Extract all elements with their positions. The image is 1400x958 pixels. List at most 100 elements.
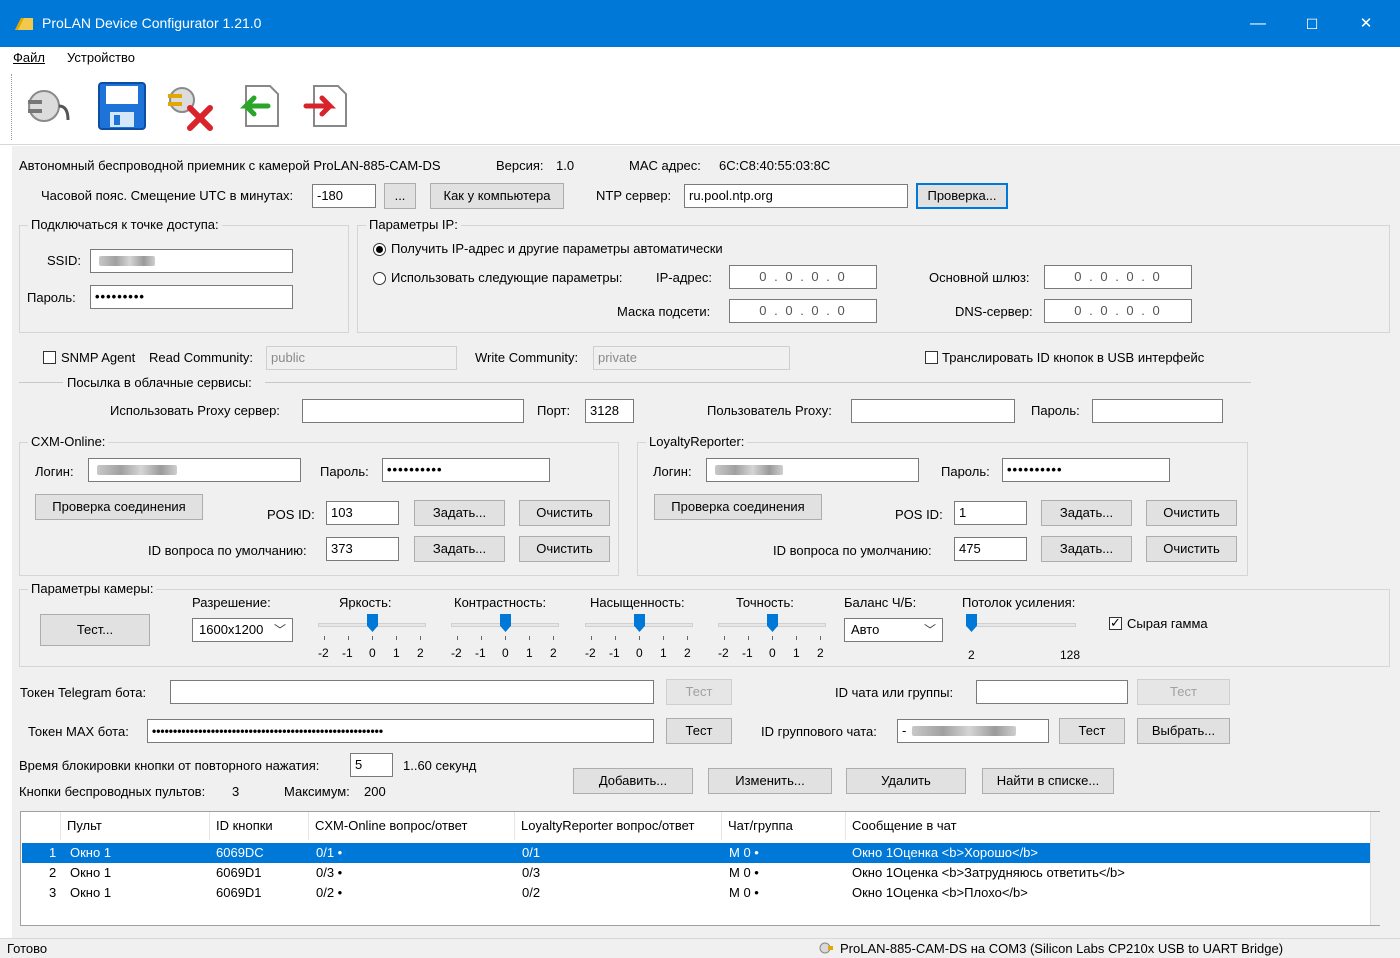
app-icon (15, 18, 33, 30)
ip-address-input[interactable]: 0 . 0 . 0 . 0 (729, 265, 877, 289)
block-time-input[interactable]: 5 (350, 753, 393, 777)
camera-test-button[interactable]: Тест... (40, 614, 150, 646)
brightness-slider-tick-label: 0 (369, 646, 376, 660)
loyalty-login-input[interactable] (706, 458, 919, 482)
edit-button[interactable]: Изменить... (708, 768, 832, 794)
timezone-label: Часовой пояс. Смещение UTC в минутах: (41, 188, 294, 203)
gateway-input[interactable]: 0 . 0 . 0 . 0 (1044, 265, 1192, 289)
loyalty-pos-clear-button[interactable]: Очистить (1146, 500, 1237, 526)
wifi-password-input[interactable]: ••••••••• (90, 285, 293, 309)
port-input[interactable]: 3128 (585, 399, 634, 423)
bw-balance-select[interactable]: Авто ﹀ (844, 618, 943, 642)
table-header-message[interactable]: Сообщение в чат (846, 812, 1370, 840)
row-chat: M 0 • (729, 885, 759, 900)
disconnect-icon[interactable] (164, 80, 216, 132)
table-row[interactable]: 1 Окно 1 6069DC 0/1 • 0/1 M 0 • Окно 1Оц… (22, 843, 1370, 863)
row-chat: M 0 • (729, 865, 759, 880)
minimize-button[interactable]: — (1238, 10, 1278, 38)
cxm-question-input[interactable]: 373 (326, 537, 399, 561)
ip-group-title: Параметры IP: (366, 217, 461, 233)
loyalty-pos-set-button[interactable]: Задать... (1041, 500, 1132, 526)
export-icon[interactable] (300, 80, 352, 132)
proxy-password-input[interactable] (1092, 399, 1223, 423)
import-icon[interactable] (232, 80, 284, 132)
max-group-input[interactable]: - (897, 719, 1049, 743)
ntp-check-button[interactable]: Проверка... (916, 183, 1008, 209)
write-community-input[interactable]: private (593, 346, 790, 370)
table-header-remote[interactable]: Пульт (61, 812, 210, 840)
ssid-input[interactable] (90, 249, 293, 273)
gain-slider-track[interactable] (966, 623, 1076, 627)
cxm-question-clear-button[interactable]: Очистить (519, 536, 610, 562)
loyalty-question-clear-button[interactable]: Очистить (1146, 536, 1237, 562)
contrast-label: Контрастность: (454, 595, 547, 610)
port-label: Порт: (537, 403, 571, 418)
snmp-agent-checkbox[interactable] (43, 351, 56, 364)
max-token-input[interactable]: ••••••••••••••••••••••••••••••••••••••••… (147, 719, 654, 743)
timezone-browse-button[interactable]: ... (384, 183, 416, 209)
save-icon[interactable] (96, 80, 148, 132)
usb-ids-checkbox[interactable] (925, 351, 938, 364)
timezone-input[interactable]: -180 (312, 184, 376, 208)
loyalty-check-connection-button[interactable]: Проверка соединения (654, 494, 822, 520)
ip-auto-radio[interactable] (373, 243, 386, 256)
loyalty-question-set-button[interactable]: Задать... (1041, 536, 1132, 562)
menu-device[interactable]: Устройство (67, 50, 135, 65)
wifi-password-label: Пароль: (27, 290, 76, 305)
table-header-button-id[interactable]: ID кнопки (210, 812, 309, 840)
telegram-test-button[interactable]: Тест (666, 679, 732, 705)
add-button[interactable]: Добавить... (573, 768, 693, 794)
row-message: Окно 1Оценка <b>Затрудняюсь ответить</b> (852, 865, 1125, 880)
dns-input[interactable]: 0 . 0 . 0 . 0 (1044, 299, 1192, 323)
version-label: Версия: (496, 158, 544, 173)
loyalty-password-input[interactable]: •••••••••• (1002, 458, 1170, 482)
saturation-slider-tick (639, 636, 640, 640)
loyalty-login-redacted (715, 465, 783, 475)
telegram-chat-test-button[interactable]: Тест (1137, 679, 1230, 705)
telegram-chat-input[interactable] (976, 680, 1128, 704)
cxm-pos-set-button[interactable]: Задать... (414, 500, 505, 526)
table-row[interactable]: 3 Окно 1 6069D1 0/2 • 0/2 M 0 • Окно 1Оц… (22, 883, 1370, 903)
table-row[interactable]: 2 Окно 1 6069D1 0/3 • 0/3 M 0 • Окно 1Оц… (22, 863, 1370, 883)
table-header-loyalty[interactable]: LoyaltyReporter вопрос/ответ (515, 812, 722, 840)
proxy-user-input[interactable] (851, 399, 1015, 423)
max-buttons-value: 200 (364, 784, 386, 799)
cxm-password-input[interactable]: •••••••••• (382, 458, 550, 482)
telegram-token-input[interactable] (170, 680, 654, 704)
proxy-input[interactable] (302, 399, 524, 423)
cxm-check-connection-button[interactable]: Проверка соединения (35, 494, 203, 520)
resolution-select[interactable]: 1600x1200 ﹀ (192, 618, 293, 642)
proxy-label: Использовать Proxy сервер: (110, 403, 280, 418)
table-header-chat[interactable]: Чат/группа (722, 812, 846, 840)
delete-button[interactable]: Удалить (846, 768, 966, 794)
buttons-table[interactable]: Пульт ID кнопки CXM-Online вопрос/ответ … (20, 811, 1381, 926)
max-test-button[interactable]: Тест (666, 718, 732, 744)
sharpness-slider-tick-label: 2 (817, 646, 824, 660)
cxm-login-input[interactable] (88, 458, 301, 482)
connect-icon[interactable] (22, 80, 74, 132)
close-button[interactable]: ✕ (1346, 10, 1386, 38)
loyalty-pos-input[interactable]: 1 (954, 501, 1027, 525)
ip-manual-radio[interactable] (373, 272, 386, 285)
max-group-prefix: - (902, 723, 907, 738)
cxm-pos-input[interactable]: 103 (326, 501, 399, 525)
raw-gamma-checkbox[interactable] (1109, 615, 1122, 631)
find-in-list-button[interactable]: Найти в списке... (982, 768, 1114, 794)
read-community-input[interactable]: public (266, 346, 457, 370)
proxy-user-label: Пользователь Proxy: (707, 403, 832, 418)
loyalty-question-input[interactable]: 475 (954, 537, 1027, 561)
subnet-mask-input[interactable]: 0 . 0 . 0 . 0 (729, 299, 877, 323)
maximize-button[interactable]: ☐ (1292, 10, 1332, 38)
cxm-question-set-button[interactable]: Задать... (414, 536, 505, 562)
cxm-pos-clear-button[interactable]: Очистить (519, 500, 610, 526)
table-scrollbar[interactable] (1370, 812, 1381, 925)
like-computer-button[interactable]: Как у компьютера (430, 183, 564, 209)
sharpness-slider-tick (724, 636, 725, 640)
ssid-redacted (99, 256, 155, 266)
max-choose-button[interactable]: Выбрать... (1137, 718, 1230, 744)
menu-file[interactable]: Файл (13, 50, 45, 65)
menu-bar: Файл Устройство (0, 47, 1400, 70)
table-header-cxm[interactable]: CXM-Online вопрос/ответ (309, 812, 515, 840)
ntp-input[interactable]: ru.pool.ntp.org (684, 184, 908, 208)
max-group-test-button[interactable]: Тест (1059, 718, 1125, 744)
